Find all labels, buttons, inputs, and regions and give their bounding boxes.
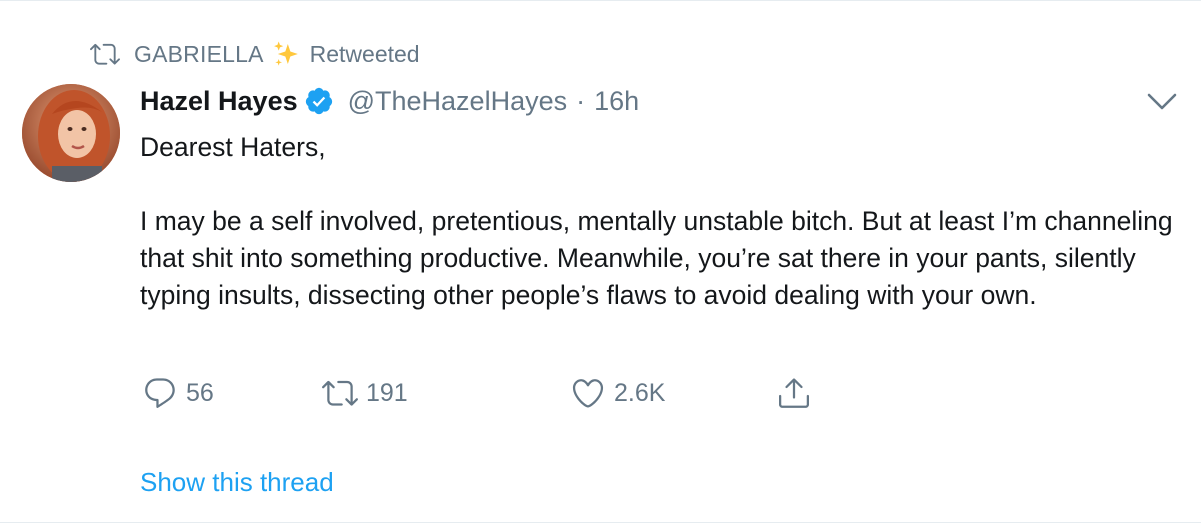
tweet-header: Hazel Hayes @TheHazelHayes · 16h	[140, 81, 1180, 121]
share-button[interactable]	[776, 373, 820, 413]
retweet-icon	[90, 39, 120, 69]
author-handle[interactable]: @TheHazelHayes	[348, 86, 568, 117]
chevron-down-icon[interactable]	[1145, 91, 1179, 113]
heart-icon	[572, 379, 604, 408]
action-bar: 56 191 2.6K	[142, 373, 942, 413]
retweeted-label: Retweeted	[309, 40, 420, 67]
sparkles-icon	[272, 39, 302, 69]
retweeter-name[interactable]: GABRIELLA	[134, 41, 264, 68]
reply-count: 56	[186, 378, 214, 407]
separator-dot: ·	[576, 85, 586, 116]
like-button[interactable]: 2.6K	[570, 373, 665, 413]
like-count: 2.6K	[614, 378, 666, 407]
avatar[interactable]	[22, 84, 120, 182]
retweet-button[interactable]: 191	[322, 373, 408, 413]
reply-icon	[145, 378, 175, 408]
show-thread-link[interactable]: Show this thread	[140, 467, 334, 498]
retweet-count: 191	[366, 378, 408, 407]
tweet-card[interactable]: GABRIELLA Retweeted Hazel Hayes @TheHaze…	[0, 0, 1201, 523]
reply-button[interactable]: 56	[142, 373, 214, 413]
author-row: Hazel Hayes @TheHazelHayes · 16h	[140, 81, 1180, 121]
share-icon	[779, 378, 809, 408]
retweet-context: GABRIELLA Retweeted	[90, 39, 420, 69]
tweet-text: Dearest Haters, I may be a self involved…	[140, 132, 1173, 310]
verified-badge-icon	[304, 86, 334, 116]
author-display-name[interactable]: Hazel Hayes	[140, 86, 298, 117]
retweet-action-icon	[322, 380, 358, 406]
tweet-timestamp[interactable]: 16h	[594, 86, 639, 117]
